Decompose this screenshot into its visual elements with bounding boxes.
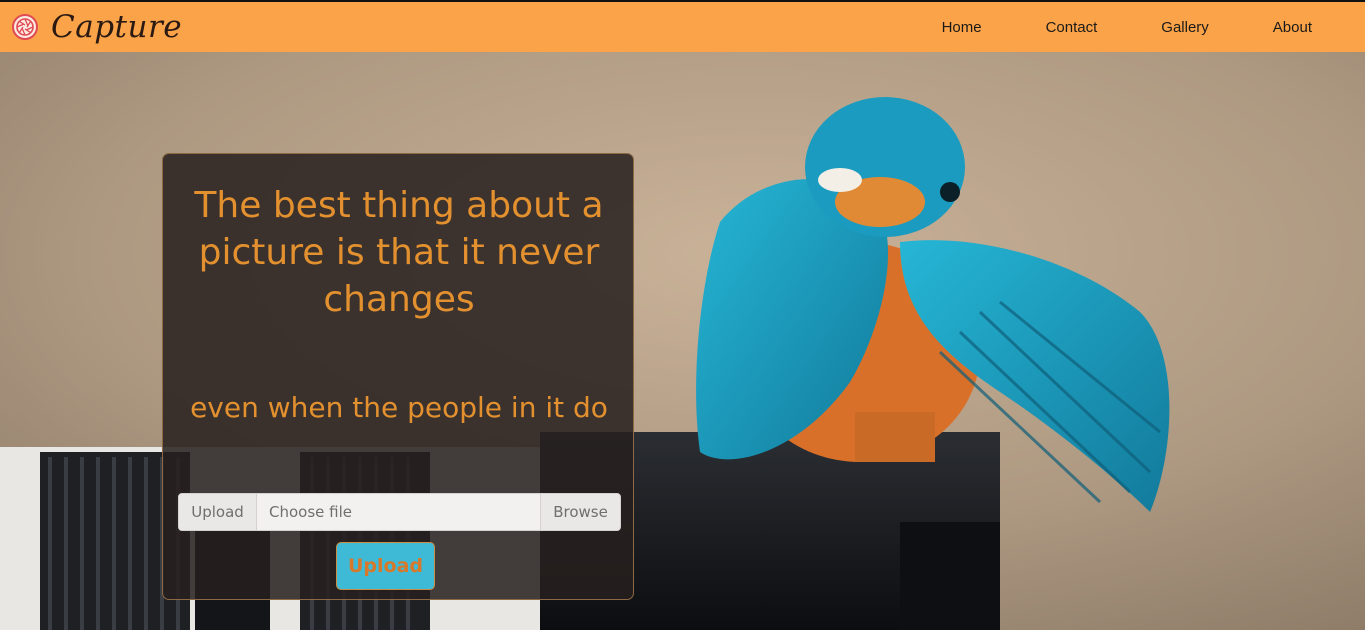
upload-button[interactable]: Upload (336, 542, 435, 590)
quote-card: The best thing about a picture is that i… (162, 153, 634, 600)
nav-gallery-link[interactable]: Gallery (1161, 19, 1209, 36)
browse-button[interactable]: Browse (540, 494, 620, 530)
nav-about-link[interactable]: About (1273, 19, 1312, 36)
nav-contact-link[interactable]: Contact (1046, 19, 1098, 36)
quote-subheading: even when the people in it do (190, 391, 608, 424)
file-upload-group: Upload Choose file Browse (178, 493, 621, 531)
brand[interactable]: Capture (11, 8, 183, 45)
brand-name: Capture (51, 8, 183, 45)
upload-prefix-label: Upload (179, 494, 257, 530)
navbar: Capture Home Contact Gallery About (0, 2, 1365, 52)
hero-section: The best thing about a picture is that i… (0, 52, 1365, 630)
quote-heading: The best thing about a picture is that i… (194, 185, 604, 320)
camera-aperture-icon (12, 14, 38, 40)
nav-links: Home Contact Gallery About (878, 19, 1312, 36)
nav-home-link[interactable]: Home (942, 19, 982, 36)
file-input[interactable]: Choose file (257, 494, 540, 530)
